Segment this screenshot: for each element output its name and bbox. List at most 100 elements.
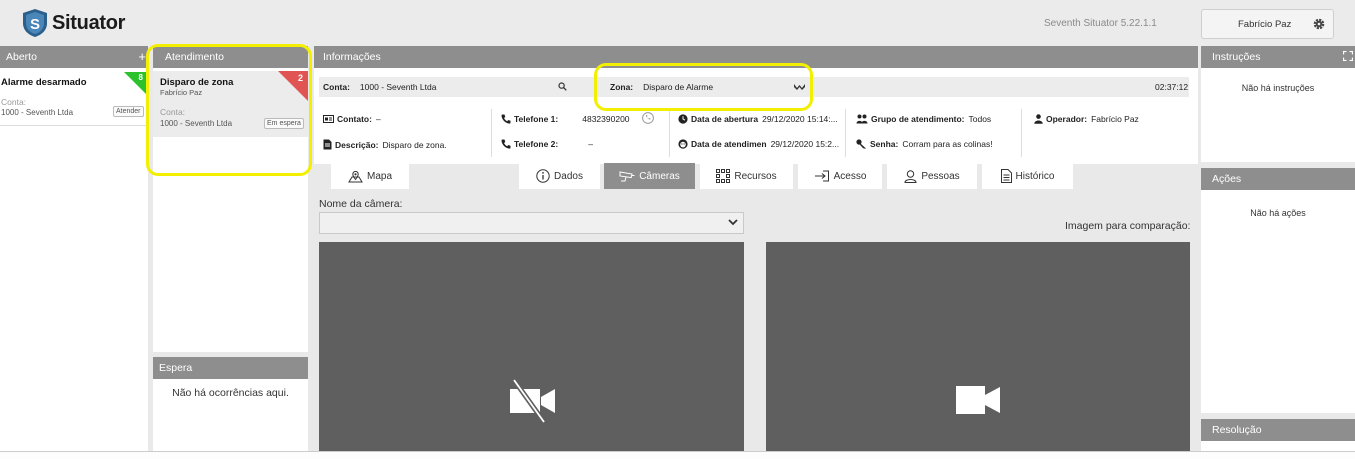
elapsed-timer: 02:37:12	[1155, 82, 1189, 92]
contato-value: –	[375, 114, 381, 124]
map-icon	[348, 170, 363, 182]
document-icon	[323, 139, 332, 150]
tab-pessoas[interactable]: Pessoas	[887, 163, 977, 189]
tab-dados[interactable]: Dados	[519, 163, 600, 189]
contato-label: Contato:	[337, 114, 372, 124]
tab-mapa[interactable]: Mapa	[331, 163, 409, 189]
tab-pessoas-label: Pessoas	[921, 170, 960, 182]
operador-label: Operador:	[1046, 114, 1088, 124]
key-icon	[856, 139, 866, 149]
telefone2-value: –	[588, 139, 593, 149]
informacoes-title: Informações	[323, 51, 381, 63]
contato-field: Contato: –	[323, 114, 381, 124]
divider	[845, 109, 846, 157]
app-version: Seventh Situator 5.22.1.1	[1044, 18, 1157, 29]
gear-icon[interactable]	[1312, 17, 1326, 31]
highlight-atendimento	[146, 44, 312, 176]
grupo-atendimento-value: Todos	[968, 114, 992, 124]
tab-acesso-label: Acesso	[833, 170, 867, 182]
acoes-empty-message: Não há ações	[1250, 208, 1306, 218]
tab-acesso[interactable]: Acesso	[798, 163, 882, 189]
senha-value: Corram para as colinas!	[902, 139, 993, 149]
instrucoes-panel: Instruções Não há instruções	[1201, 46, 1355, 162]
resolucao-panel: Resolução	[1201, 419, 1355, 451]
conta-label: Conta:	[323, 82, 350, 92]
data-abertura-value: 29/12/2020 15:14:...	[762, 114, 838, 124]
comparison-image-label: Imagem para comparação:	[1065, 220, 1191, 232]
divider	[669, 109, 670, 157]
cctv-camera-icon	[619, 170, 635, 181]
conta-value: 1000 - Seventh Ltda	[359, 82, 437, 92]
person-icon	[904, 169, 917, 183]
senha-label: Senha:	[870, 139, 899, 149]
info-icon	[536, 169, 550, 183]
user-menu[interactable]: Fabrício Paz	[1201, 9, 1334, 39]
search-icon[interactable]	[558, 82, 567, 91]
resolucao-title: Resolução	[1212, 424, 1262, 436]
instrucoes-header: Instruções	[1201, 46, 1355, 68]
tab-mapa-label: Mapa	[366, 170, 392, 182]
grupo-atendimento-label: Grupo de atendimento:	[871, 114, 965, 124]
data-atendimento-value: 29/12/2020 15:2...	[770, 139, 840, 149]
aberto-title: Aberto	[6, 51, 37, 63]
telefone1-field: Telefone 1: 4832390200	[501, 114, 630, 124]
data-atendimento-label: Data de atendimen	[691, 139, 767, 149]
login-door-icon	[814, 170, 829, 182]
telefone2-label: Telefone 2:	[514, 139, 559, 149]
camera-icon	[956, 386, 1000, 414]
operador-value: Fabrício Paz	[1091, 114, 1139, 124]
user-name: Fabrício Paz	[1238, 19, 1292, 30]
data-abertura-label: Data de abertura	[691, 114, 759, 124]
user-icon	[1034, 114, 1043, 124]
espera-header: Espera	[153, 357, 308, 379]
add-icon[interactable]: +	[138, 46, 146, 68]
senha-field: Senha: Corram para as colinas!	[856, 139, 993, 149]
top-bar: S Situator Seventh Situator 5.22.1.1 Fab…	[0, 0, 1355, 46]
operador-field: Operador: Fabrício Paz	[1034, 114, 1139, 124]
occurrence-card[interactable]: 8 Alarme desarmado Conta: 1000 - Seventh…	[0, 72, 146, 126]
tab-cameras[interactable]: Câmeras	[604, 163, 695, 189]
tab-dados-label: Dados	[554, 170, 583, 182]
highlight-zona	[594, 63, 813, 111]
camera-off-icon	[510, 378, 555, 424]
count-badge-value: 8	[138, 73, 143, 82]
call-icon[interactable]	[642, 112, 654, 124]
acoes-header: Ações	[1201, 168, 1355, 190]
camera-video-view[interactable]	[319, 242, 744, 451]
data-atendimento-field: Data de atendimen 29/12/2020 15:2...	[678, 139, 839, 149]
divider	[491, 109, 492, 157]
expand-icon[interactable]	[1343, 51, 1353, 61]
camera-select[interactable]	[319, 212, 744, 234]
instrucoes-empty-message: Não há instruções	[1241, 83, 1315, 93]
app-logo: S Situator	[22, 8, 125, 38]
tab-recursos[interactable]: Recursos	[700, 163, 793, 189]
card-title: Alarme desarmado	[1, 77, 87, 88]
espera-empty-message: Não há ocorrências aqui.	[172, 387, 289, 399]
card-conta-label: Conta:	[1, 97, 27, 107]
atender-button[interactable]: Atender	[113, 106, 144, 117]
instrucoes-title: Instruções	[1212, 51, 1261, 63]
bottom-strip	[0, 451, 1355, 459]
svg-text:S: S	[30, 16, 40, 33]
espera-panel: Espera Não há ocorrências aqui.	[153, 357, 308, 451]
camera-name-label: Nome da câmera:	[319, 198, 403, 210]
card-conta-value: 1000 - Seventh Ltda	[1, 108, 74, 117]
data-abertura-field: Data de abertura 29/12/2020 15:14:...	[678, 114, 838, 124]
shield-logo-icon: S	[23, 9, 47, 37]
tab-historico[interactable]: Histórico	[982, 163, 1073, 189]
conta-field: Conta: 1000 - Seventh Ltda	[323, 82, 436, 92]
descricao-value: Disparo de zona.	[382, 139, 447, 150]
app-name: Situator	[52, 11, 126, 34]
descricao-field: Descrição: Disparo de zona.	[323, 139, 447, 150]
aberto-panel: Aberto + 8 Alarme desarmado Conta: 1000 …	[0, 46, 148, 451]
operator-face-icon	[678, 139, 688, 149]
descricao-label: Descrição:	[335, 139, 379, 150]
clock-icon	[678, 114, 688, 124]
phone-icon	[501, 114, 511, 124]
grupo-atendimento-field: Grupo de atendimento: Todos	[856, 114, 991, 124]
id-card-icon	[323, 115, 334, 123]
aberto-header: Aberto +	[0, 46, 148, 68]
chevron-down-icon	[728, 219, 738, 226]
group-icon	[856, 114, 868, 124]
telefone1-label: Telefone 1:	[514, 114, 559, 124]
